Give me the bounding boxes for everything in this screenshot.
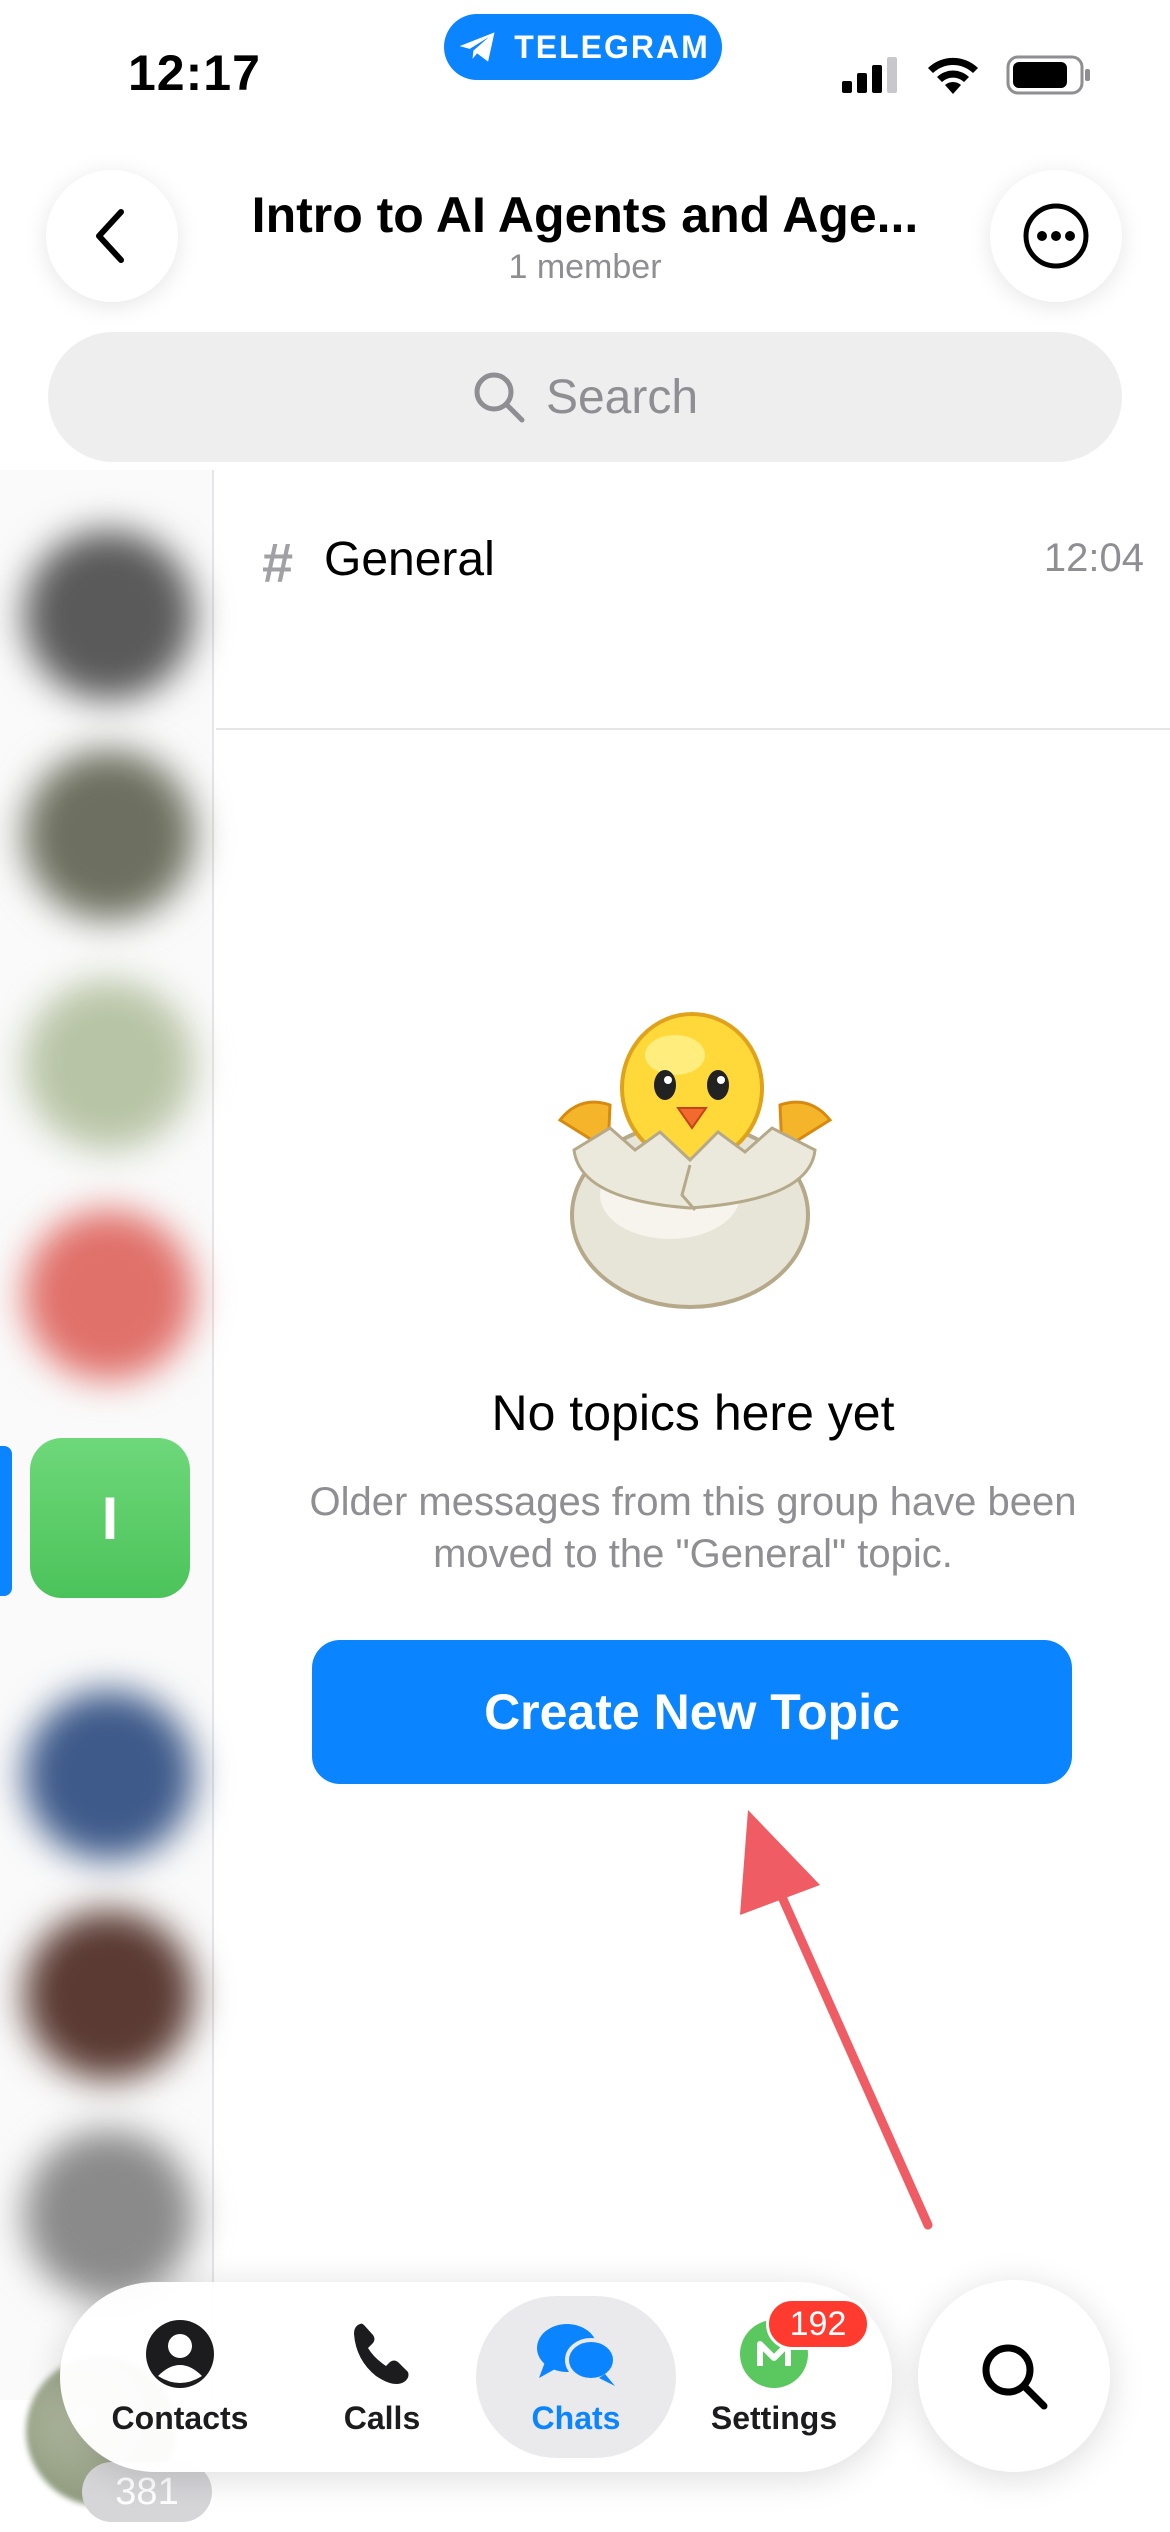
more-options-button[interactable] <box>990 170 1122 302</box>
blurred-chat-avatar[interactable] <box>24 1210 194 1380</box>
empty-state-description: Older messages from this group have been… <box>309 1480 1077 1576</box>
global-search-button[interactable] <box>918 2280 1110 2472</box>
status-bar: 12:17 TELEGRAM <box>0 0 1170 140</box>
phone-icon <box>354 2323 409 2384</box>
active-chat-marker <box>0 1446 12 1596</box>
cellular-signal-icon <box>842 57 897 93</box>
tab-label: Chats <box>531 2399 621 2436</box>
status-time: 12:17 <box>128 45 261 101</box>
battery-icon <box>1006 55 1090 95</box>
active-chat-initial: I <box>101 1484 119 1552</box>
ellipsis-circle-icon <box>1023 203 1089 269</box>
telegram-plane-icon <box>459 32 495 62</box>
tab-bar: Contacts Calls Chats Settings 192 <box>60 2282 892 2472</box>
active-chat-avatar[interactable]: I <box>30 1438 190 1598</box>
tab-chats[interactable]: Chats <box>476 2296 676 2458</box>
chat-list-sidebar: I <box>0 470 214 2400</box>
chevron-left-icon <box>96 209 124 263</box>
tab-contacts[interactable]: Contacts <box>80 2296 280 2458</box>
search-icon <box>982 2344 1048 2410</box>
blurred-chat-avatar[interactable] <box>24 980 194 1150</box>
back-button[interactable] <box>46 170 178 302</box>
hashtag-icon: # <box>262 531 294 594</box>
search-placeholder: Search <box>545 370 699 424</box>
annotation-arrow-icon <box>740 1810 933 2230</box>
person-circle-icon <box>146 2319 214 2388</box>
chat-title[interactable]: Intro to AI Agents and Age... <box>200 186 970 244</box>
search-icon <box>474 372 525 423</box>
tab-calls[interactable]: Calls <box>282 2296 482 2458</box>
chat-subtitle: 1 member <box>508 248 662 286</box>
blurred-chat-avatar[interactable] <box>24 1690 194 1860</box>
telegram-pill-label: TELEGRAM <box>514 28 710 65</box>
status-icons <box>840 54 1092 96</box>
settings-badge: 192 <box>766 2298 870 2350</box>
topic-name: General <box>324 533 495 586</box>
create-new-topic-button[interactable]: Create New Topic <box>312 1640 1072 1784</box>
blurred-chat-avatar[interactable] <box>24 750 194 920</box>
tab-label: Settings <box>710 2399 838 2436</box>
tab-label: Contacts <box>111 2399 249 2436</box>
topic-row-general[interactable]: # General 12:04 <box>216 480 1170 730</box>
topic-time: 12:04 <box>1043 536 1144 580</box>
blurred-chat-avatar[interactable] <box>24 2130 194 2300</box>
tab-settings[interactable]: Settings 192 <box>674 2296 874 2458</box>
telegram-pill[interactable]: TELEGRAM <box>444 14 722 80</box>
tab-label: Calls <box>343 2399 421 2436</box>
search-input[interactable]: Search <box>48 332 1122 462</box>
blurred-chat-avatar[interactable] <box>24 1910 194 2080</box>
wifi-icon <box>928 57 978 94</box>
empty-state-title: No topics here yet <box>491 1385 895 1441</box>
blurred-chat-avatar[interactable] <box>24 530 194 700</box>
hatching-chick-icon <box>557 1012 833 1309</box>
chat-bubbles-icon <box>537 2323 617 2386</box>
